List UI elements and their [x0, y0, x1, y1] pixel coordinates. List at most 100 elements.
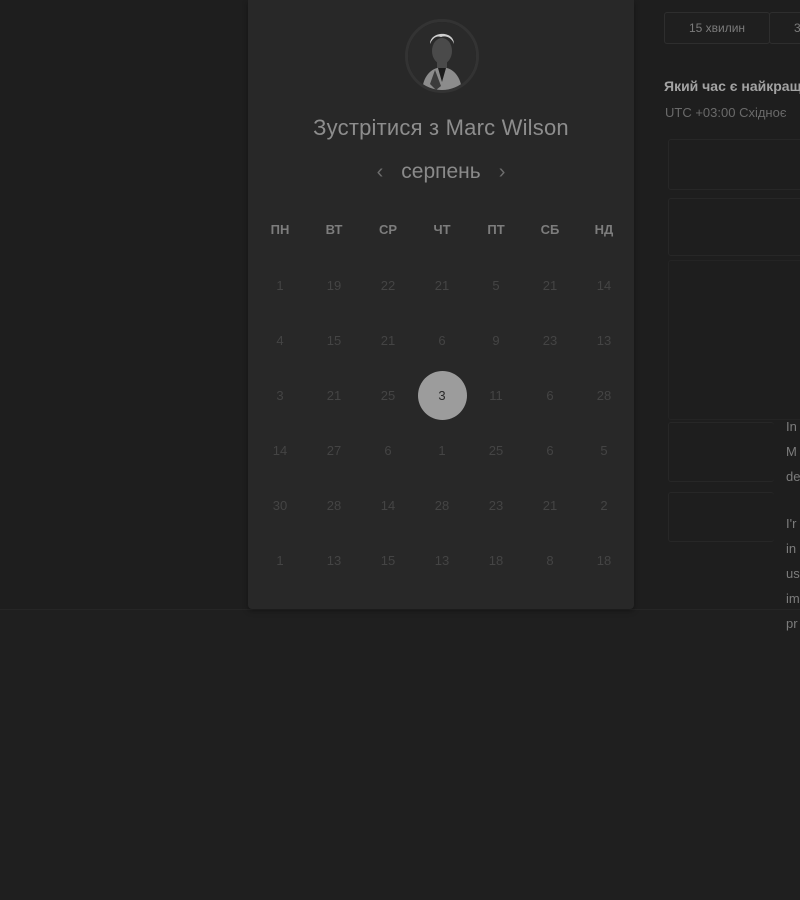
day-cell[interactable]: 1 [415, 423, 469, 478]
time-question: Який час є найкращ [664, 78, 800, 94]
day-cell[interactable]: 23 [523, 313, 577, 368]
day-number: 1 [276, 278, 284, 293]
month-label: серпень [401, 160, 481, 183]
weekday-thu: ЧТ [433, 222, 451, 237]
weekday-header: ПН ВТ СР ЧТ ПТ СБ НД [253, 222, 631, 237]
day-cell[interactable]: 23 [469, 478, 523, 533]
day-number: 21 [380, 333, 396, 348]
day-cell[interactable]: 28 [415, 478, 469, 533]
day-cell[interactable]: 27 [307, 423, 361, 478]
day-number: 6 [546, 388, 554, 403]
day-cell[interactable]: 15 [307, 313, 361, 368]
day-cell[interactable]: 21 [523, 478, 577, 533]
day-cell[interactable]: 4 [253, 313, 307, 368]
bio-line: I'r [786, 516, 797, 531]
bio-paragraph: I'r in us im pr [786, 511, 800, 636]
day-cell[interactable]: 18 [577, 533, 631, 588]
day-number: 23 [488, 498, 504, 513]
day-number: 9 [492, 333, 500, 348]
day-cell[interactable]: 3 [253, 368, 307, 423]
weekday-fri: ПТ [487, 222, 505, 237]
day-cell[interactable]: 14 [361, 478, 415, 533]
day-number: 30 [272, 498, 288, 513]
bio-line: In [786, 419, 797, 434]
day-cell[interactable]: 6 [361, 423, 415, 478]
day-cell[interactable]: 13 [307, 533, 361, 588]
page-title: Зустрітися з Marc Wilson [248, 115, 634, 141]
bio-line: pr [786, 616, 798, 631]
selected-day-number: 3 [417, 371, 467, 420]
day-cell[interactable]: 21 [307, 368, 361, 423]
day-number: 15 [326, 333, 342, 348]
chevron-left-icon[interactable]: ‹ [377, 162, 384, 182]
day-cell[interactable]: 28 [577, 368, 631, 423]
day-number: 2 [600, 498, 608, 513]
day-number: 3 [276, 388, 284, 403]
duration-tab-next[interactable]: 3 [769, 12, 800, 44]
day-number: 14 [596, 278, 612, 293]
day-cell[interactable]: 2 [577, 478, 631, 533]
day-cell[interactable]: 8 [523, 533, 577, 588]
day-number: 28 [596, 388, 612, 403]
day-cell[interactable]: 21 [523, 258, 577, 313]
day-number: 13 [596, 333, 612, 348]
day-number: 8 [546, 553, 554, 568]
host-avatar [405, 19, 479, 93]
bio-line: in [786, 541, 797, 556]
month-navigation: ‹ серпень › [248, 160, 634, 184]
day-number: 18 [596, 553, 612, 568]
time-slot[interactable] [668, 492, 774, 542]
time-slot[interactable] [668, 139, 800, 190]
day-cell[interactable]: 21 [361, 313, 415, 368]
day-cell[interactable]: 22 [361, 258, 415, 313]
duration-tab-15[interactable]: 15 хвилин [664, 12, 770, 44]
chevron-right-icon[interactable]: › [499, 162, 506, 182]
bio-line: M [786, 444, 797, 459]
day-number: 6 [546, 443, 554, 458]
bio-line: de [786, 469, 800, 484]
day-cell[interactable]: 13 [577, 313, 631, 368]
day-cell[interactable]: 28 [307, 478, 361, 533]
day-number: 1 [276, 553, 284, 568]
day-cell[interactable]: 5 [577, 423, 631, 478]
day-cell[interactable]: 25 [361, 368, 415, 423]
day-cell-selected[interactable]: 3 [415, 368, 469, 423]
day-number: 25 [488, 443, 504, 458]
weekday-sun: НД [594, 222, 614, 237]
day-cell[interactable]: 6 [523, 423, 577, 478]
day-number: 28 [326, 498, 342, 513]
host-bio: In M de I'r in us im pr [786, 414, 800, 658]
time-slot-panel [668, 260, 800, 420]
day-cell[interactable]: 19 [307, 258, 361, 313]
day-cell[interactable]: 13 [415, 533, 469, 588]
bio-paragraph: In M de [786, 414, 800, 489]
day-cell[interactable]: 18 [469, 533, 523, 588]
day-cell[interactable]: 14 [577, 258, 631, 313]
time-slot[interactable] [668, 198, 800, 256]
day-cell[interactable]: 5 [469, 258, 523, 313]
day-number: 22 [380, 278, 396, 293]
time-slot[interactable] [668, 422, 774, 482]
day-cell[interactable]: 9 [469, 313, 523, 368]
weekday-sat: СБ [540, 222, 560, 237]
day-number: 23 [542, 333, 558, 348]
day-cell[interactable]: 15 [361, 533, 415, 588]
host-name: Marc Wilson [445, 115, 569, 140]
day-cell[interactable]: 1 [253, 258, 307, 313]
day-number: 1 [438, 443, 446, 458]
day-number: 21 [542, 498, 558, 513]
timezone-selector[interactable]: UTC +03:00 Східноє [665, 105, 786, 120]
day-number: 6 [384, 443, 392, 458]
day-cell[interactable]: 14 [253, 423, 307, 478]
day-cell[interactable]: 25 [469, 423, 523, 478]
day-cell[interactable]: 6 [415, 313, 469, 368]
day-number: 27 [326, 443, 342, 458]
day-cell[interactable]: 6 [523, 368, 577, 423]
day-cell[interactable]: 30 [253, 478, 307, 533]
day-number: 5 [492, 278, 500, 293]
day-number: 18 [488, 553, 504, 568]
day-cell[interactable]: 11 [469, 368, 523, 423]
day-number: 25 [380, 388, 396, 403]
day-cell[interactable]: 21 [415, 258, 469, 313]
day-cell[interactable]: 1 [253, 533, 307, 588]
